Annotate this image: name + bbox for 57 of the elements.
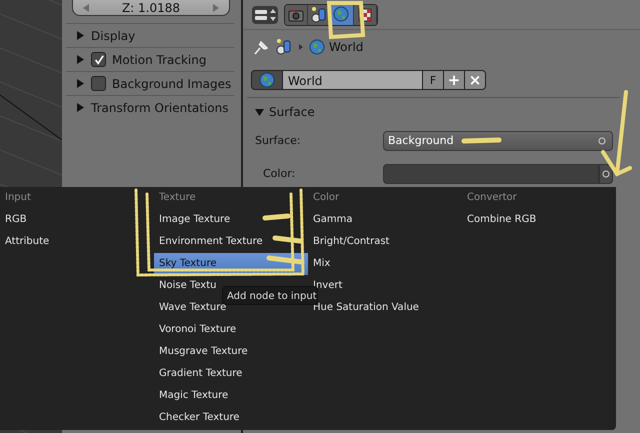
disclosure-icon[interactable] [76,55,85,64]
menu-heading: Input [4,191,32,205]
underline-stroke [461,136,503,146]
checkbox[interactable] [91,76,106,91]
color-field[interactable] [383,164,599,184]
globe-icon [259,72,275,88]
context-tab[interactable] [331,4,354,24]
menu-item[interactable]: RGB [0,209,27,231]
menu-item[interactable]: Magic Texture [154,385,228,407]
name-field[interactable]: World [283,70,423,90]
separator-arrow-icon [299,44,303,50]
object-icon [275,38,293,56]
menu-heading: Color [312,191,340,205]
socket-icon [602,170,610,178]
socket-icon [598,136,606,144]
menu-heading: Texture [158,191,197,205]
menu-item[interactable]: Musgrave Texture [154,341,248,363]
dropdown[interactable]: Background [383,130,613,150]
highlight-box [325,0,367,40]
number-field[interactable]: Z: 1.0188 [72,0,230,16]
panel-header[interactable]: Background Images [66,71,234,95]
panel-header[interactable]: Display [66,23,234,47]
disclosure-icon[interactable] [76,103,85,112]
right-arrow-icon[interactable] [212,4,219,12]
browse-button[interactable] [251,70,283,90]
object-icon [310,6,328,24]
socket-button[interactable] [599,164,613,184]
breadcrumb-label: World [329,40,364,54]
menu-item[interactable]: Gradient Texture [154,363,242,385]
menu-item[interactable]: Checker Texture [154,407,240,429]
pin-icon[interactable] [253,39,269,55]
checkmark-icon [94,54,104,64]
menu-item[interactable]: Noise Textu [154,275,216,297]
panel-title[interactable]: Surface [269,105,315,119]
checkbox[interactable] [91,52,106,67]
globe-icon [309,39,325,55]
menu-item[interactable]: Gamma [308,209,352,231]
menu-heading: Convertor [466,191,518,205]
disclosure-icon[interactable] [255,108,264,116]
field-label: Color: [263,167,296,180]
menu-item[interactable]: Voronoi Texture [154,319,236,341]
left-arrow-icon[interactable] [83,4,89,12]
tooltip: Add node to input [222,286,318,305]
menu-item[interactable]: Combine RGB [462,209,536,231]
menu-item[interactable]: Image Texture [154,209,230,231]
field-label: Surface: [255,134,302,147]
panel-header[interactable]: Transform Orientations [66,95,234,119]
menu-item[interactable]: Mix [308,253,330,275]
menu-item[interactable]: Environment Texture [154,231,263,253]
panel-header[interactable]: Motion Tracking [66,47,234,71]
editor-type-button[interactable] [251,4,279,24]
globe-icon [333,6,351,24]
disclosure-icon[interactable] [76,31,85,40]
fake-user-button[interactable]: F [423,70,444,90]
menu-item[interactable]: Attribute [0,231,50,253]
menu-item[interactable]: Bright/Contrast [308,231,390,253]
disclosure-icon[interactable] [76,79,85,88]
